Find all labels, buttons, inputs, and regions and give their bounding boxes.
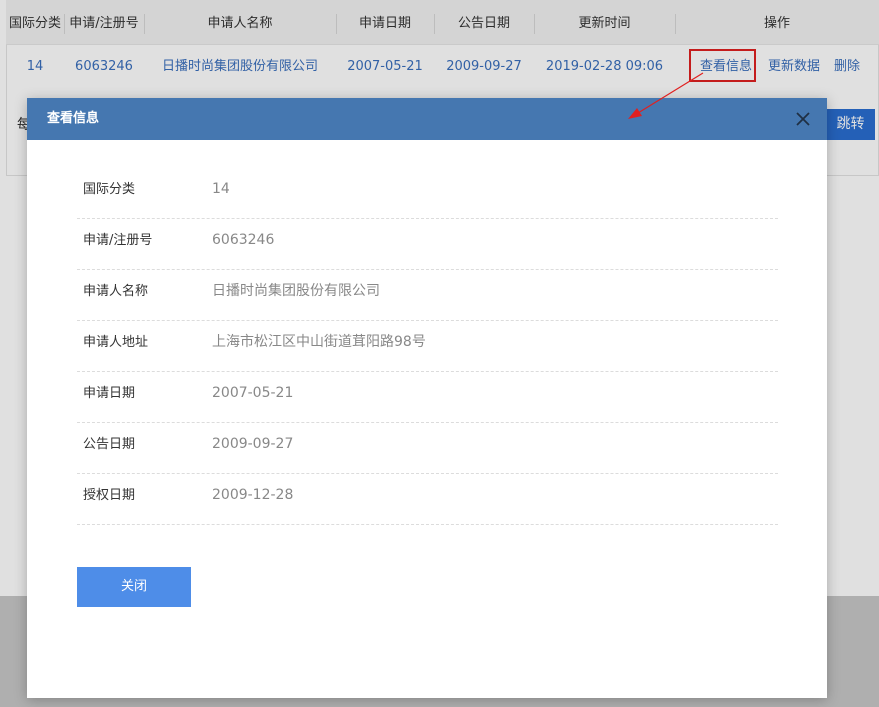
info-value: 14	[212, 181, 230, 197]
info-value: 6063246	[212, 232, 275, 248]
info-label: 公告日期	[83, 437, 136, 452]
info-value: 2009-12-28	[212, 487, 294, 503]
modal-title: 查看信息	[47, 111, 100, 126]
info-list: 国际分类 14 申请/注册号 6063246 申请人名称 日播时尚集团股份有限公…	[77, 168, 778, 525]
info-value: 日播时尚集团股份有限公司	[212, 283, 380, 299]
info-label: 授权日期	[83, 488, 136, 503]
info-row-reg-no: 申请/注册号 6063246	[77, 219, 778, 270]
info-label: 申请日期	[83, 386, 136, 401]
info-label: 申请人地址	[83, 335, 149, 350]
info-value: 上海市松江区中山街道茸阳路98号	[212, 334, 426, 350]
info-value: 2009-09-27	[212, 436, 294, 452]
info-row-grant-date: 授权日期 2009-12-28	[77, 474, 778, 525]
close-icon[interactable]	[793, 109, 813, 129]
close-button[interactable]: 关闭	[77, 567, 191, 607]
info-row-apply-date: 申请日期 2007-05-21	[77, 372, 778, 423]
info-row-applicant: 申请人名称 日播时尚集团股份有限公司	[77, 270, 778, 321]
info-label: 国际分类	[83, 182, 136, 197]
info-value: 2007-05-21	[212, 385, 294, 401]
info-label: 申请人名称	[83, 284, 149, 299]
info-row-notice-date: 公告日期 2009-09-27	[77, 423, 778, 474]
info-row-intl-class: 国际分类 14	[77, 168, 778, 219]
info-label: 申请/注册号	[83, 233, 153, 248]
info-row-address: 申请人地址 上海市松江区中山街道茸阳路98号	[77, 321, 778, 372]
modal-header: 查看信息	[27, 98, 827, 140]
view-info-modal: 查看信息 国际分类 14 申请/注册号 6063246 申请人名称 日播时尚集团…	[27, 98, 827, 698]
